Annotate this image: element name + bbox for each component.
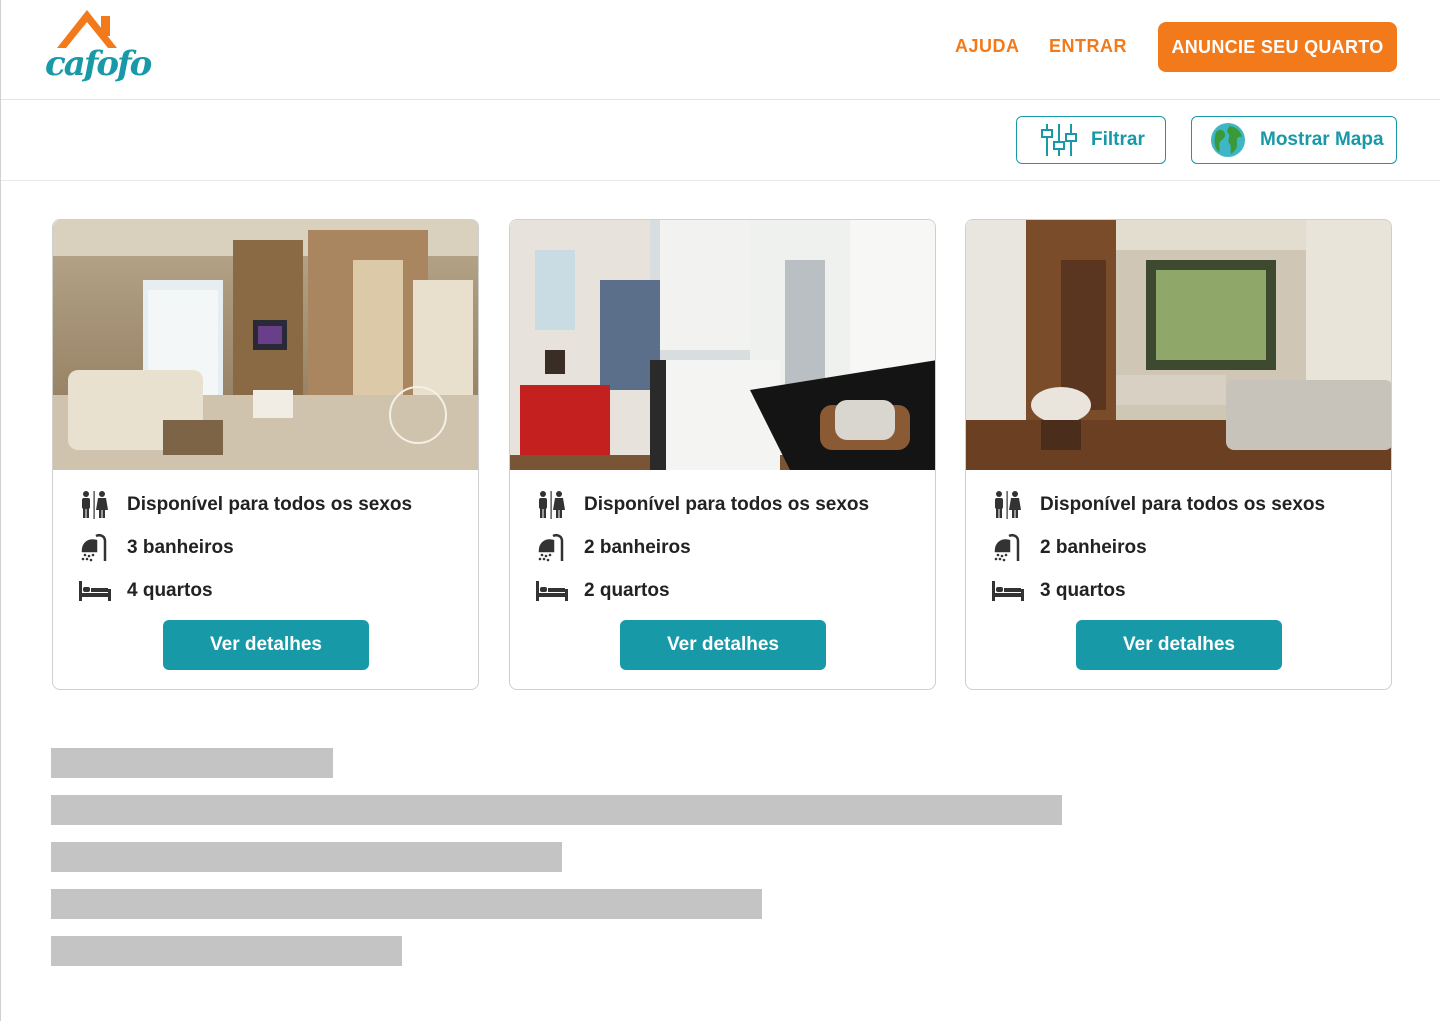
login-link[interactable]: ENTRAR (1049, 36, 1127, 57)
bathrooms-feature: 3 banheiros (79, 533, 234, 563)
gender-text: Disponível para todos os sexos (1040, 494, 1326, 515)
map-label: Mostrar Mapa (1260, 129, 1384, 150)
bedrooms-feature: 4 quartos (79, 576, 213, 606)
gender-feature: Disponível para todos os sexos (992, 490, 1325, 520)
gender-feature: Disponível para todos os sexos (536, 490, 869, 520)
logo-text: cafofo (45, 44, 152, 84)
restroom-icon (79, 490, 111, 520)
placeholder-line (51, 936, 402, 966)
shower-icon (536, 533, 568, 563)
restroom-icon (536, 490, 568, 520)
bathrooms-feature: 2 banheiros (536, 533, 691, 563)
placeholder-line (51, 748, 333, 778)
restroom-icon (992, 490, 1024, 520)
placeholder-line (51, 889, 762, 919)
view-details-button[interactable]: Ver detalhes (163, 620, 369, 670)
listing-photo[interactable] (53, 220, 478, 470)
bed-icon (992, 576, 1024, 606)
bathrooms-feature: 2 banheiros (992, 533, 1147, 563)
bedrooms-feature: 3 quartos (992, 576, 1126, 606)
bedrooms-feature: 2 quartos (536, 576, 670, 606)
bedrooms-text: 2 quartos (584, 580, 670, 601)
listing-photo[interactable] (966, 220, 1391, 470)
filter-toolbar: Filtrar Mostrar Mapa (1, 100, 1440, 181)
cafofo-logo[interactable]: cafofo (45, 8, 152, 92)
listing-photo[interactable] (510, 220, 935, 470)
gender-text: Disponível para todos os sexos (584, 494, 870, 515)
bedrooms-text: 3 quartos (1040, 580, 1126, 601)
bathrooms-text: 2 banheiros (584, 537, 691, 558)
bed-icon (79, 576, 111, 606)
show-map-button[interactable]: Mostrar Mapa (1191, 116, 1397, 164)
bedrooms-text: 4 quartos (127, 580, 213, 601)
listing-card: Disponível para todos os sexos 2 banheir… (965, 219, 1392, 690)
help-link[interactable]: AJUDA (955, 36, 1020, 57)
shower-icon (79, 533, 111, 563)
bathrooms-text: 2 banheiros (1040, 537, 1147, 558)
advertise-room-button[interactable]: ANUNCIE SEU QUARTO (1158, 22, 1397, 72)
listing-card: Disponível para todos os sexos 2 banheir… (509, 219, 936, 690)
listing-card: Disponível para todos os sexos 3 banheir… (52, 219, 479, 690)
sliders-icon (1031, 122, 1087, 158)
globe-icon (1208, 122, 1248, 158)
gender-text: Disponível para todos os sexos (127, 494, 413, 515)
view-details-button[interactable]: Ver detalhes (620, 620, 826, 670)
shower-icon (992, 533, 1024, 563)
placeholder-line (51, 842, 562, 872)
view-details-button[interactable]: Ver detalhes (1076, 620, 1282, 670)
filter-button[interactable]: Filtrar (1016, 116, 1166, 164)
filter-label: Filtrar (1091, 129, 1145, 150)
gender-feature: Disponível para todos os sexos (79, 490, 412, 520)
bed-icon (536, 576, 568, 606)
placeholder-line (51, 795, 1062, 825)
bathrooms-text: 3 banheiros (127, 537, 234, 558)
header: cafofo AJUDA ENTRAR ANUNCIE SEU QUARTO (1, 0, 1440, 100)
